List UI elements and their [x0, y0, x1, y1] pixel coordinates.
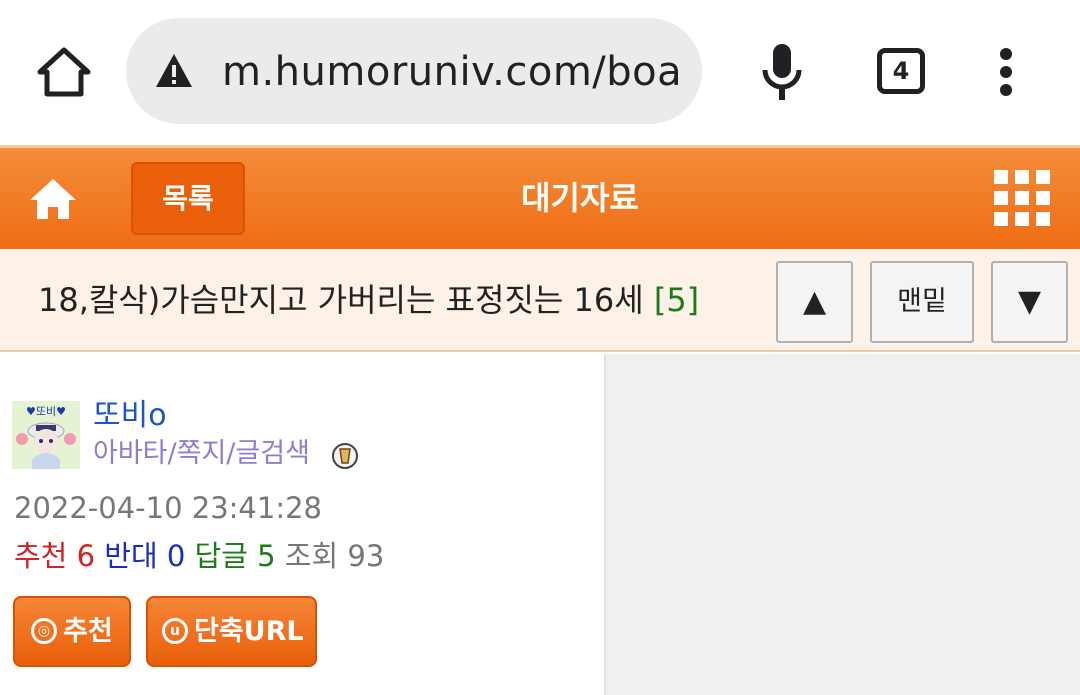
recommend-label: 추천: [14, 539, 68, 573]
views-count: 93: [347, 539, 385, 573]
avatar[interactable]: ♥또비♥: [12, 401, 80, 469]
scroll-down-button[interactable]: ▼: [991, 261, 1068, 343]
list-button[interactable]: 목록: [131, 162, 245, 235]
short-url-icon: u: [162, 617, 188, 644]
post-info-panel: ♥또비♥ 또비o 아바타/쪽지/글검색 2022-04-10 23:41:28 …: [0, 354, 606, 695]
reply-label: 답글: [194, 539, 248, 573]
scroll-bottom-button[interactable]: 맨밑: [870, 261, 974, 343]
post-title: 18,칼삭)가슴만지고 가버리는 표정짓는 16세 [5]: [38, 277, 699, 323]
url-text[interactable]: m.humoruniv.com/boa: [222, 44, 684, 100]
grid-menu-icon[interactable]: [994, 170, 1050, 226]
warning-icon[interactable]: [154, 51, 194, 91]
recommend-button[interactable]: ◎ 추천: [13, 596, 131, 667]
short-url-button-label: 단축URL: [194, 616, 304, 647]
oppose-label: 반대: [104, 539, 158, 573]
microphone-icon[interactable]: [758, 42, 806, 102]
browser-home-icon[interactable]: [36, 44, 92, 100]
post-title-text: 18,칼삭)가슴만지고 가버리는 표정짓는 16세: [38, 281, 644, 319]
author-name[interactable]: 또비o: [93, 396, 167, 436]
author-links[interactable]: 아바타/쪽지/글검색: [93, 436, 310, 472]
board-title: 대기자료: [521, 179, 639, 217]
scroll-up-button[interactable]: ▲: [776, 261, 853, 343]
recommend-button-label: 추천: [63, 616, 113, 647]
level-badge-icon: [332, 443, 358, 469]
browser-toolbar: m.humoruniv.com/boa 4: [0, 0, 1080, 145]
views-label: 조회: [284, 539, 339, 573]
tab-count-button[interactable]: 4: [877, 48, 925, 94]
recommend-icon: ◎: [31, 617, 57, 644]
site-header: 목록 대기자료: [0, 145, 1080, 249]
content-side-panel: [606, 354, 1080, 695]
site-home-icon[interactable]: [28, 176, 78, 222]
avatar-caption: ♥또비♥: [26, 405, 66, 418]
recommend-count: 6: [76, 539, 96, 573]
short-url-button[interactable]: u 단축URL: [146, 596, 317, 667]
oppose-count: 0: [166, 539, 186, 573]
address-bar[interactable]: m.humoruniv.com/boa: [126, 18, 702, 124]
post-stats: 추천 6 반대 0 답글 5 조회 93: [14, 536, 384, 576]
reply-count: [5]: [653, 281, 700, 319]
post-title-bar: 18,칼삭)가슴만지고 가버리는 표정짓는 16세 [5] ▲ 맨밑 ▼: [0, 249, 1080, 352]
reply-stat-count: 5: [257, 539, 276, 573]
post-date: 2022-04-10 23:41:28: [14, 491, 322, 525]
more-menu-icon[interactable]: [994, 44, 1018, 104]
